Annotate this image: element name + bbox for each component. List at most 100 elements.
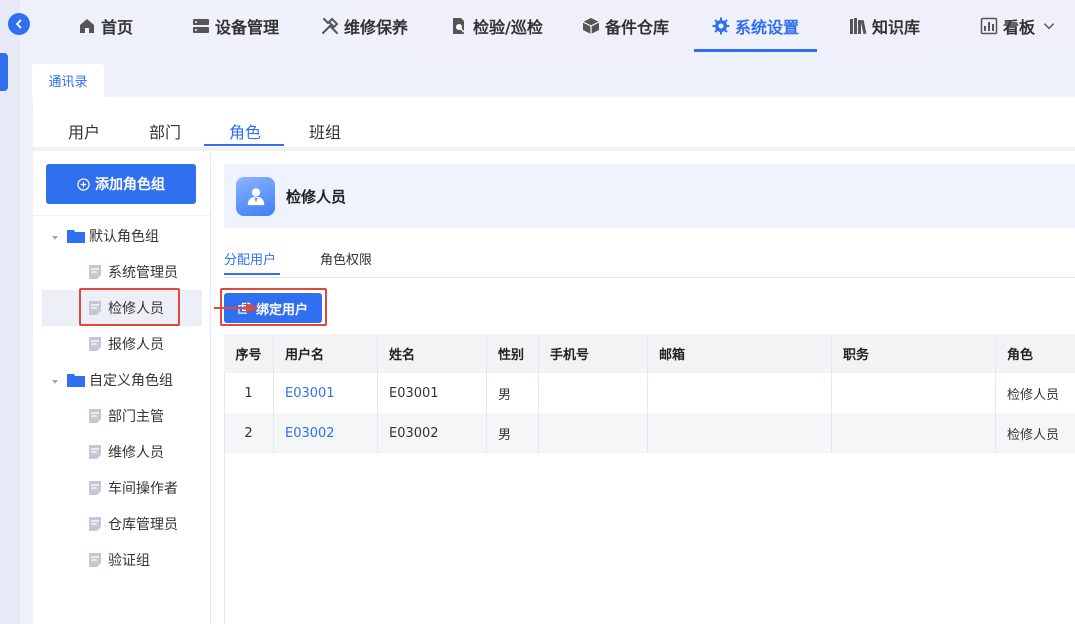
document-icon <box>88 480 102 496</box>
gear-icon <box>712 17 730 35</box>
table-header-cell: 职务 <box>832 334 996 373</box>
nav-warehouse[interactable]: 备件仓库 <box>582 0 669 52</box>
plus-circle-icon <box>77 177 90 191</box>
inner-tab-divider <box>224 277 1075 278</box>
nav-dashboard[interactable]: 看板 <box>980 0 1056 52</box>
page-tab-contacts[interactable]: 通讯录 <box>32 64 104 97</box>
document-icon <box>88 444 102 460</box>
nav-maintenance[interactable]: 维修保养 <box>321 0 408 52</box>
arrow-right-icon <box>214 303 259 313</box>
chevron-down-icon <box>1043 23 1055 30</box>
top-nav: 首页 设备管理 维修保养 检验/巡检 备件仓库 系统设置 知识库 看板 <box>20 0 1075 52</box>
document-icon <box>88 516 102 532</box>
table-left-border <box>224 373 225 624</box>
tree-item-label: 系统管理员 <box>108 265 178 281</box>
table-cell: 1 <box>224 373 274 413</box>
dashboard-icon <box>980 17 998 35</box>
table-cell: 检修人员 <box>1007 387 1060 403</box>
nav-maintenance-label: 维修保养 <box>344 18 409 37</box>
inner-tab-underline <box>224 273 280 275</box>
subtab-roles[interactable]: 角色 <box>229 119 261 143</box>
inspect-icon <box>453 18 465 34</box>
tab-assign-users[interactable]: 分配用户 <box>224 249 276 268</box>
page-tab-strip: 通讯录 <box>20 52 1075 97</box>
table-header-cell: 角色 <box>1007 348 1034 363</box>
nav-settings[interactable]: 系统设置 <box>693 0 818 52</box>
add-role-group-button[interactable]: 添加角色组 <box>46 164 196 204</box>
nav-device-label: 设备管理 <box>215 18 280 37</box>
box-icon <box>582 18 600 34</box>
document-icon <box>88 408 102 424</box>
collapse-sidebar-button[interactable] <box>8 13 30 35</box>
nav-knowledge[interactable]: 知识库 <box>849 0 920 52</box>
nav-settings-label: 系统设置 <box>735 18 800 37</box>
table-row: 2 E03002 E03002 男 检修人员 <box>224 413 1075 453</box>
tree-item-label: 仓库管理员 <box>108 517 178 533</box>
table-cell: 检修人员 <box>1007 427 1060 443</box>
nav-home[interactable]: 首页 <box>78 0 133 52</box>
username-link[interactable]: E03002 <box>274 413 378 453</box>
tree-group-label: 默认角色组 <box>89 229 159 245</box>
folder-icon <box>67 228 85 244</box>
tree-group-custom[interactable]: 自定义角色组 <box>33 362 211 398</box>
nav-knowledge-label: 知识库 <box>872 18 921 37</box>
role-header: 检修人员 <box>224 164 1075 228</box>
nav-device[interactable]: 设备管理 <box>192 0 279 52</box>
tree-item-label: 验证组 <box>108 553 150 569</box>
table-header-cell: 手机号 <box>539 334 648 373</box>
document-icon <box>88 552 102 568</box>
tree-item-repairer[interactable]: 维修人员 <box>33 434 211 470</box>
subtab-departments[interactable]: 部门 <box>149 119 181 143</box>
table-header-cell: 邮箱 <box>648 334 832 373</box>
tree-divider <box>33 215 211 216</box>
table-header-cell: 姓名 <box>378 334 487 373</box>
chevron-left-icon <box>16 19 22 29</box>
tree-item-verify-group[interactable]: 验证组 <box>33 542 211 578</box>
caret-down-icon[interactable] <box>50 375 60 385</box>
table-row: 1 E03001 E03001 男 检修人员 <box>224 373 1075 413</box>
nav-dashboard-label: 看板 <box>1003 18 1036 37</box>
user-icon <box>247 188 264 206</box>
subtab-teams[interactable]: 班组 <box>309 119 341 143</box>
tools-icon <box>322 17 339 34</box>
table-header-row: 序号 用户名 姓名 性别 手机号 邮箱 职务 角色 <box>224 334 1075 373</box>
device-icon <box>193 19 209 33</box>
table-cell: E03002 <box>378 413 487 453</box>
table-cell: 男 <box>487 373 539 413</box>
role-tree-panel: 添加角色组 默认角色组 系统管理员 检修人员 报修人员 自定义角色组 部门主管 <box>33 151 211 624</box>
table-cell <box>648 413 832 453</box>
tree-item-dept-head[interactable]: 部门主管 <box>33 398 211 434</box>
document-icon <box>88 336 102 352</box>
table-cell <box>648 373 832 413</box>
nav-inspect-label: 检验/巡检 <box>473 18 543 37</box>
table-cell <box>832 413 996 453</box>
nav-home-label: 首页 <box>101 18 134 37</box>
table-cell <box>539 373 648 413</box>
table-cell: 2 <box>224 413 274 453</box>
home-icon <box>80 19 94 33</box>
folder-icon <box>67 372 85 388</box>
table-cell <box>832 373 996 413</box>
table-header-cell: 用户名 <box>274 334 378 373</box>
document-icon <box>88 264 102 280</box>
tree-item-label: 部门主管 <box>108 409 164 425</box>
subtab-active-underline <box>204 144 284 146</box>
tree-item-label: 车间操作者 <box>108 481 178 497</box>
side-indicator <box>0 53 8 91</box>
username-link[interactable]: E03001 <box>274 373 378 413</box>
tree-item-sysadmin[interactable]: 系统管理员 <box>33 254 211 290</box>
table-header-cell: 序号 <box>224 334 274 373</box>
tree-group-default[interactable]: 默认角色组 <box>33 218 211 254</box>
tree-item-operator[interactable]: 车间操作者 <box>33 470 211 506</box>
left-strip <box>0 0 20 624</box>
caret-down-icon[interactable] <box>50 231 60 241</box>
nav-inspect[interactable]: 检验/巡检 <box>450 0 543 52</box>
tree-item-reporter[interactable]: 报修人员 <box>33 326 211 362</box>
table-cell <box>539 413 648 453</box>
subtab-users[interactable]: 用户 <box>68 119 100 143</box>
add-role-group-label: 添加角色组 <box>95 177 165 193</box>
tab-role-permissions[interactable]: 角色权限 <box>320 249 372 268</box>
tree-item-warehouse-admin[interactable]: 仓库管理员 <box>33 506 211 542</box>
table-cell: E03001 <box>378 373 487 413</box>
table-header-cell: 性别 <box>487 334 539 373</box>
